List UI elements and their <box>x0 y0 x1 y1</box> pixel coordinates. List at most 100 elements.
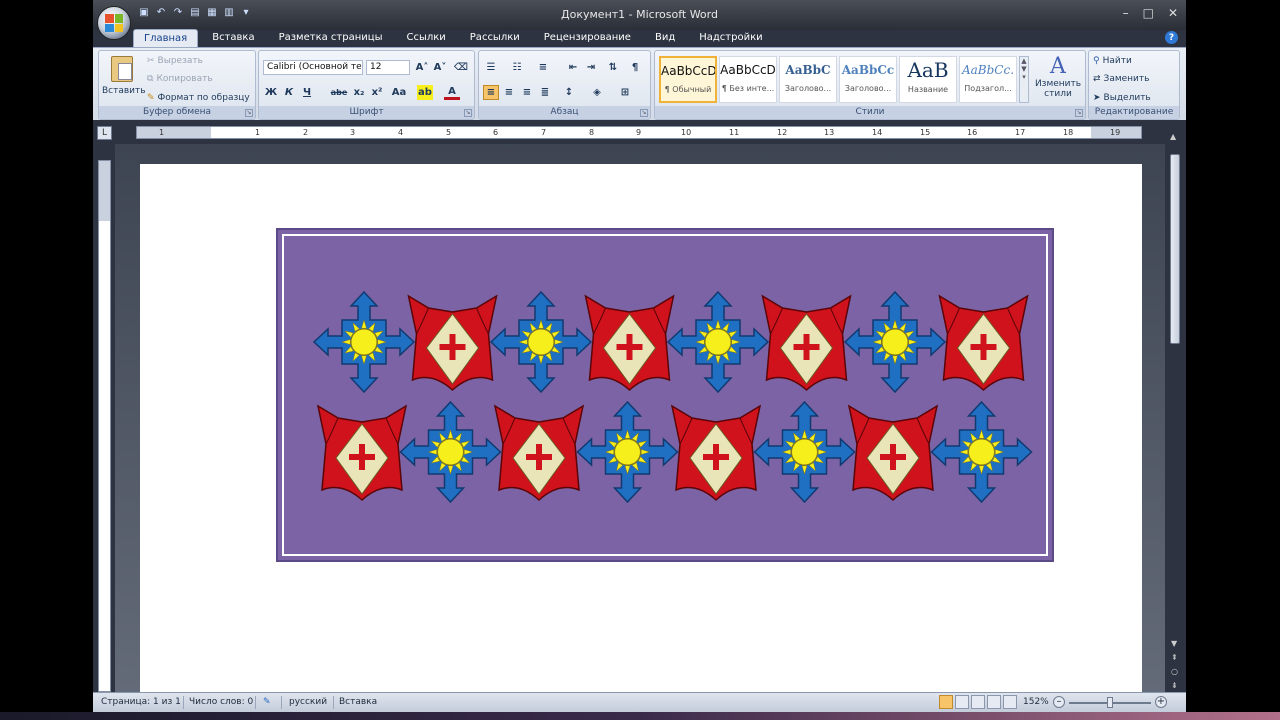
style-normal[interactable]: AaBbCcD ¶ Обычный <box>659 56 717 103</box>
font-name-combo[interactable]: Calibri (Основной те <box>263 60 363 75</box>
styles-scroll[interactable]: ▲ ▼ ▾ <box>1019 56 1029 103</box>
vertical-ruler[interactable] <box>98 160 111 692</box>
ruler-tick: 2 <box>303 128 309 137</box>
style-heading-1[interactable]: AaBbC Заголово... <box>779 56 837 103</box>
format-painter-button[interactable]: ✎ Формат по образцу <box>147 93 250 103</box>
style-no-spacing[interactable]: AaBbCcD ¶ Без инте... <box>719 56 777 103</box>
full-screen-view-icon[interactable] <box>955 695 969 709</box>
brush-icon: ✎ <box>147 93 155 103</box>
style-preview: AaB <box>907 58 949 82</box>
change-case-button[interactable]: Aa <box>389 85 409 100</box>
ruler-tick: 9 <box>636 128 642 137</box>
grow-font-icon[interactable]: A˄ <box>414 60 430 75</box>
ruler-tick: 8 <box>589 128 595 137</box>
align-right-icon[interactable]: ≡ <box>519 85 535 100</box>
align-left-icon[interactable]: ≡ <box>483 85 499 100</box>
maximize-button[interactable]: □ <box>1143 6 1154 20</box>
tab-selector-icon[interactable]: L <box>97 126 112 140</box>
tab-view[interactable]: Вид <box>645 29 685 47</box>
show-marks-icon[interactable]: ¶ <box>627 60 643 75</box>
format-painter-label: Формат по образцу <box>157 93 250 103</box>
superscript-button[interactable]: x² <box>369 85 385 100</box>
web-layout-view-icon[interactable] <box>971 695 985 709</box>
cut-button[interactable]: ✂ Вырезать <box>147 56 203 66</box>
vertical-scrollbar[interactable]: ▲ ▼ ⇞ ○ ⇟ <box>1168 132 1182 692</box>
align-center-icon[interactable]: ≡ <box>501 85 517 100</box>
zoom-slider-handle[interactable] <box>1107 697 1113 708</box>
draft-view-icon[interactable] <box>1003 695 1017 709</box>
numbering-icon[interactable]: ☷ <box>509 60 525 75</box>
zoom-out-icon[interactable]: – <box>1053 696 1065 708</box>
font-size-combo[interactable]: 12 <box>366 60 410 75</box>
outline-view-icon[interactable] <box>987 695 1001 709</box>
styles-group: AaBbCcD ¶ Обычный AaBbCcD ¶ Без инте... … <box>654 50 1086 120</box>
tab-review[interactable]: Рецензирование <box>534 29 641 47</box>
style-title[interactable]: AaB Название <box>899 56 957 103</box>
font-color-button[interactable]: A <box>444 85 460 100</box>
print-layout-view-icon[interactable] <box>939 695 953 709</box>
language-indicator[interactable]: русский <box>289 697 327 707</box>
ornament-frame[interactable] <box>276 228 1054 562</box>
office-button[interactable] <box>97 6 131 40</box>
shrink-font-icon[interactable]: A˅ <box>432 60 448 75</box>
font-launcher-icon[interactable]: ↘ <box>464 109 472 117</box>
strikethrough-button[interactable]: abe <box>329 85 349 100</box>
tab-addins[interactable]: Надстройки <box>689 29 772 47</box>
bold-button[interactable]: Ж <box>263 85 279 100</box>
style-subtitle[interactable]: AaBbCc. Подзагол... <box>959 56 1017 103</box>
underline-button[interactable]: Ч <box>299 85 315 100</box>
italic-button[interactable]: К <box>281 85 297 100</box>
subscript-button[interactable]: x₂ <box>351 85 367 100</box>
tab-references[interactable]: Ссылки <box>396 29 455 47</box>
page-count[interactable]: Страница: 1 из 1 <box>101 697 181 707</box>
document-page[interactable] <box>140 164 1142 694</box>
ruler-tick: 7 <box>541 128 547 137</box>
line-spacing-icon[interactable]: ↕ <box>561 85 577 100</box>
clipboard-launcher-icon[interactable]: ↘ <box>245 109 253 117</box>
decrease-indent-icon[interactable]: ⇤ <box>565 60 581 75</box>
style-name: ¶ Обычный <box>664 85 712 94</box>
shading-icon[interactable]: ◈ <box>589 85 605 100</box>
scroll-up-icon[interactable]: ▲ <box>1170 132 1176 141</box>
horizontal-ruler[interactable]: 1 1 2 3 4 5 6 7 8 9 10 11 12 13 14 15 16… <box>136 126 1142 139</box>
scrollbar-thumb[interactable] <box>1170 154 1180 344</box>
style-heading-2[interactable]: AaBbCc Заголово... <box>839 56 897 103</box>
insert-mode-indicator[interactable]: Вставка <box>339 697 377 707</box>
styles-launcher-icon[interactable]: ↘ <box>1075 109 1083 117</box>
minimize-button[interactable]: – <box>1123 6 1129 20</box>
browse-object-icon[interactable]: ○ <box>1171 667 1178 676</box>
tab-page-layout[interactable]: Разметка страницы <box>269 29 393 47</box>
tab-insert[interactable]: Вставка <box>202 29 264 47</box>
ruler-tick: 12 <box>777 128 788 137</box>
sort-icon[interactable]: ⇅ <box>605 60 621 75</box>
highlight-icon[interactable]: ab <box>417 85 433 100</box>
copy-icon: ⧉ <box>147 74 154 84</box>
close-button[interactable]: ✕ <box>1168 6 1178 20</box>
change-styles-button[interactable]: A Изменить стили <box>1031 54 1085 104</box>
zoom-level[interactable]: 152% <box>1023 697 1049 707</box>
justify-icon[interactable]: ≣ <box>537 85 553 100</box>
scroll-down-icon[interactable]: ▼ <box>1171 639 1177 648</box>
spellcheck-icon[interactable]: ✎ <box>263 697 271 707</box>
clear-format-icon[interactable]: ⌫ <box>453 60 469 75</box>
zoom-in-icon[interactable]: + <box>1155 696 1167 708</box>
styles-group-label: Стили <box>655 106 1085 119</box>
tab-home[interactable]: Главная <box>133 29 199 47</box>
prev-page-icon[interactable]: ⇞ <box>1171 653 1178 662</box>
bullets-icon[interactable]: ☰ <box>483 60 499 75</box>
borders-icon[interactable]: ⊞ <box>617 85 633 100</box>
shield-ornament <box>761 294 852 392</box>
paragraph-launcher-icon[interactable]: ↘ <box>640 109 648 117</box>
word-count[interactable]: Число слов: 0 <box>189 697 253 707</box>
copy-button[interactable]: ⧉ Копировать <box>147 74 213 84</box>
next-page-icon[interactable]: ⇟ <box>1171 681 1178 690</box>
ruler-text-area <box>211 127 1091 138</box>
paste-button[interactable]: Вставить <box>102 54 146 106</box>
select-button[interactable]: ➤ Выделить <box>1093 93 1151 103</box>
help-icon[interactable]: ? <box>1165 31 1178 44</box>
find-button[interactable]: ⚲ Найти <box>1093 56 1132 66</box>
multilevel-list-icon[interactable]: ≡ <box>535 60 551 75</box>
increase-indent-icon[interactable]: ⇥ <box>583 60 599 75</box>
replace-button[interactable]: ⇄ Заменить <box>1093 74 1149 84</box>
tab-mailings[interactable]: Рассылки <box>460 29 530 47</box>
